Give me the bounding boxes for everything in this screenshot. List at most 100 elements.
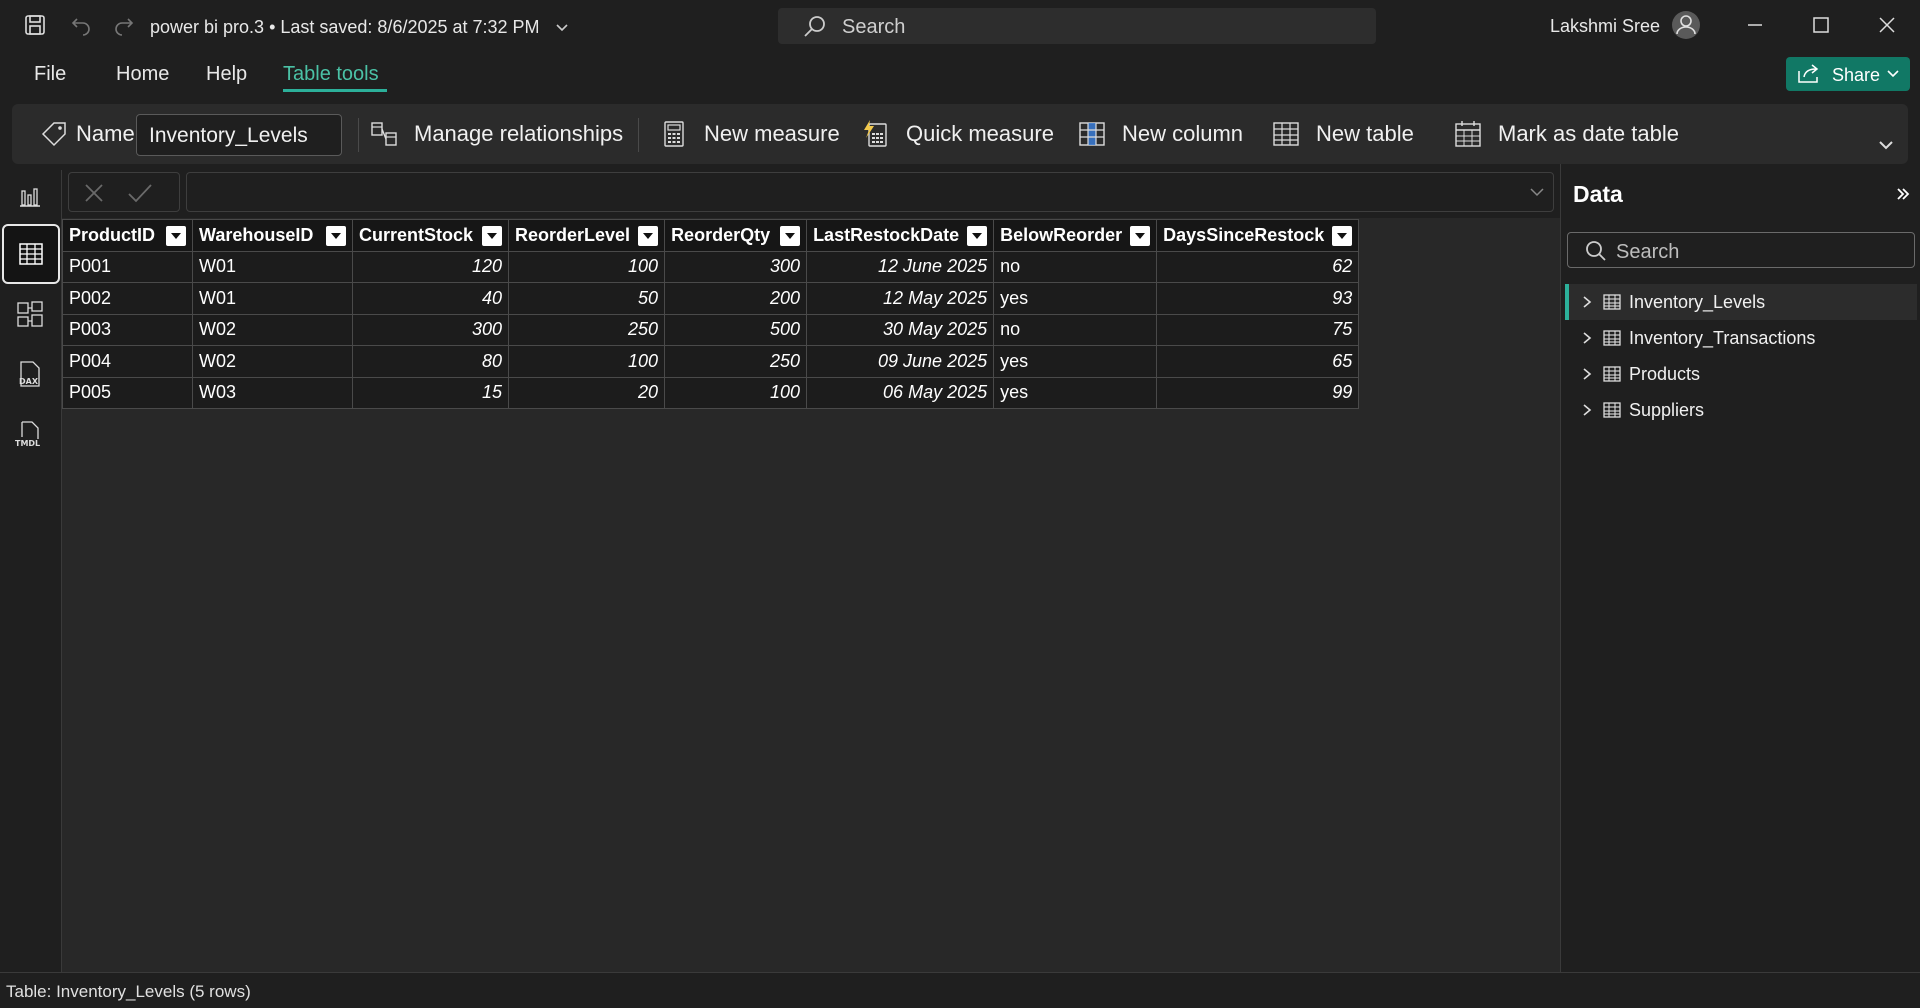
filter-dropdown-icon[interactable] — [780, 226, 801, 246]
table-cell[interactable]: 12 June 2025 — [806, 250, 995, 283]
table-cell[interactable]: 99 — [1156, 376, 1360, 409]
filter-dropdown-icon[interactable] — [166, 226, 186, 246]
new-measure-button[interactable]: New measure — [658, 104, 840, 164]
table-cell[interactable]: 100 — [507, 345, 666, 378]
quick-measure-button[interactable]: Quick measure — [860, 104, 1054, 164]
table-cell[interactable]: P005 — [62, 376, 193, 409]
collapse-pane-icon[interactable] — [1895, 186, 1911, 202]
table-cell[interactable]: 80 — [352, 345, 509, 378]
data-search-input[interactable]: Search — [1567, 232, 1915, 268]
table-cell[interactable]: 30 May 2025 — [806, 313, 995, 346]
table-cell[interactable]: 20 — [507, 376, 666, 409]
table-cell[interactable]: 300 — [352, 313, 509, 346]
table-cell[interactable]: 40 — [352, 282, 509, 315]
chevron-right-icon[interactable] — [1581, 331, 1593, 345]
new-table-button[interactable]: New table — [1270, 104, 1414, 164]
model-view-icon[interactable] — [8, 292, 52, 336]
table-cell[interactable]: 100 — [664, 376, 808, 409]
table-cell[interactable]: W02 — [192, 345, 353, 378]
data-tree-item[interactable]: Inventory_Levels — [1565, 284, 1917, 320]
menu-help[interactable]: Help — [206, 63, 247, 86]
table-cell[interactable]: W03 — [192, 376, 353, 409]
undo-icon[interactable] — [68, 12, 94, 38]
table-cell[interactable]: P004 — [62, 345, 193, 378]
share-button[interactable]: Share — [1786, 57, 1910, 91]
data-tree-item[interactable]: Inventory_Transactions — [1565, 320, 1917, 356]
table-cell[interactable]: 250 — [507, 313, 666, 346]
formula-commit-buttons — [68, 172, 180, 212]
table-view-button[interactable] — [2, 224, 60, 284]
chevron-right-icon[interactable] — [1581, 295, 1593, 309]
table-cell[interactable]: 100 — [507, 250, 666, 283]
save-icon[interactable] — [22, 12, 48, 38]
filter-dropdown-icon[interactable] — [967, 226, 988, 246]
filter-dropdown-icon[interactable] — [1332, 226, 1353, 246]
dax-query-view-icon[interactable]: DAX — [8, 352, 52, 396]
table-cell[interactable]: 09 June 2025 — [806, 345, 995, 378]
column-header[interactable]: LastRestockDate — [806, 219, 995, 252]
tab-table-tools[interactable]: Table tools — [283, 63, 379, 86]
table-cell[interactable]: no — [993, 250, 1158, 283]
maximize-icon[interactable] — [1808, 12, 1834, 38]
ribbon-expand-chevron-icon[interactable] — [1878, 140, 1894, 152]
table-cell[interactable]: 250 — [664, 345, 808, 378]
filter-dropdown-icon[interactable] — [1130, 226, 1151, 246]
table-cell[interactable]: P001 — [62, 250, 193, 283]
menu-home[interactable]: Home — [116, 63, 169, 86]
column-header[interactable]: BelowReorder — [993, 219, 1158, 252]
redo-icon[interactable] — [111, 12, 137, 38]
column-header[interactable]: DaysSinceRestock — [1156, 219, 1360, 252]
filter-dropdown-icon[interactable] — [482, 226, 502, 246]
column-header[interactable]: CurrentStock — [352, 219, 509, 252]
table-cell[interactable]: W01 — [192, 282, 353, 315]
chevron-down-icon[interactable] — [555, 23, 569, 33]
table-cell[interactable]: 300 — [664, 250, 808, 283]
chevron-right-icon[interactable] — [1581, 403, 1593, 417]
report-view-icon[interactable] — [8, 174, 52, 218]
table-cell[interactable]: 62 — [1156, 250, 1360, 283]
table-cell[interactable]: W02 — [192, 313, 353, 346]
table-cell[interactable]: P002 — [62, 282, 193, 315]
tmdl-view-icon[interactable]: TMDL — [8, 412, 52, 456]
column-header[interactable]: ProductID — [62, 219, 193, 252]
column-header[interactable]: ReorderQty — [664, 219, 808, 252]
commit-formula-icon[interactable] — [127, 182, 153, 204]
formula-input[interactable] — [186, 172, 1554, 212]
data-tree-item[interactable]: Products — [1565, 356, 1917, 392]
table-cell[interactable]: 500 — [664, 313, 808, 346]
table-cell[interactable]: 120 — [352, 250, 509, 283]
table-cell[interactable]: 75 — [1156, 313, 1360, 346]
table-cell[interactable]: 12 May 2025 — [806, 282, 995, 315]
filter-dropdown-icon[interactable] — [326, 226, 346, 246]
global-search-box[interactable]: Search — [778, 8, 1376, 44]
minimize-icon[interactable] — [1742, 12, 1768, 38]
table-cell[interactable]: yes — [993, 345, 1158, 378]
document-title[interactable]: power bi pro.3 • Last saved: 8/6/2025 at… — [150, 17, 569, 38]
table-name-input[interactable]: Inventory_Levels — [136, 114, 342, 156]
account-icon[interactable] — [1670, 9, 1702, 41]
table-cell[interactable]: no — [993, 313, 1158, 346]
close-icon[interactable] — [1874, 12, 1900, 38]
filter-dropdown-icon[interactable] — [638, 226, 659, 246]
svg-text:DAX: DAX — [19, 377, 39, 386]
table-cell[interactable]: yes — [993, 282, 1158, 315]
new-column-button[interactable]: New column — [1076, 104, 1243, 164]
table-cell[interactable]: 93 — [1156, 282, 1360, 315]
table-cell[interactable]: 200 — [664, 282, 808, 315]
table-cell[interactable]: 06 May 2025 — [806, 376, 995, 409]
mark-as-date-table-button[interactable]: Mark as date table — [1452, 104, 1679, 164]
table-cell[interactable]: 50 — [507, 282, 666, 315]
column-header[interactable]: ReorderLevel — [507, 219, 666, 252]
table-cell[interactable]: W01 — [192, 250, 353, 283]
table-cell[interactable]: P003 — [62, 313, 193, 346]
cancel-formula-icon[interactable] — [83, 182, 105, 204]
chevron-right-icon[interactable] — [1581, 367, 1593, 381]
column-header[interactable]: WarehouseID — [192, 219, 353, 252]
table-cell[interactable]: yes — [993, 376, 1158, 409]
menu-file[interactable]: File — [34, 63, 66, 86]
table-cell[interactable]: 15 — [352, 376, 509, 409]
table-cell[interactable]: 65 — [1156, 345, 1360, 378]
data-tree-item[interactable]: Suppliers — [1565, 392, 1917, 428]
chevron-down-icon[interactable] — [1529, 187, 1545, 199]
manage-relationships-button[interactable]: Manage relationships — [368, 104, 623, 164]
